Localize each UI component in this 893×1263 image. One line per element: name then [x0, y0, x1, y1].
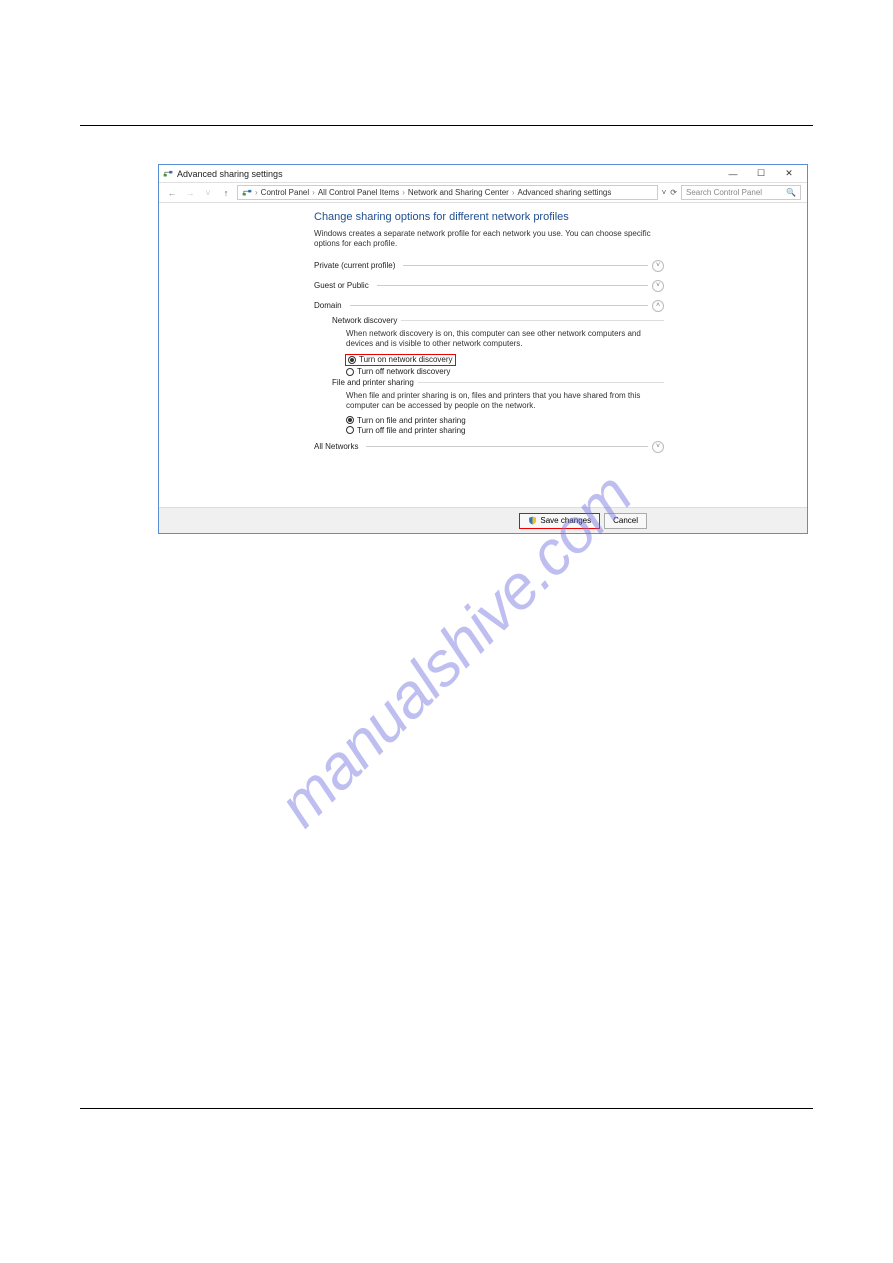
- page-divider-bottom: [80, 1108, 813, 1109]
- section-file-printer-sharing: File and printer sharing When file and p…: [332, 378, 664, 435]
- sub-description: When network discovery is on, this compu…: [346, 329, 664, 350]
- profile-all-networks[interactable]: All Networks ˅: [314, 441, 664, 453]
- network-icon: [163, 169, 173, 179]
- radio-turn-off-discovery[interactable]: Turn off network discovery: [346, 367, 664, 376]
- radio-icon: [346, 368, 354, 376]
- radio-label: Turn off file and printer sharing: [357, 426, 466, 435]
- radio-icon: [348, 356, 356, 364]
- radio-turn-on-file-sharing[interactable]: Turn on file and printer sharing: [346, 416, 664, 425]
- profile-guest[interactable]: Guest or Public ˅: [314, 280, 664, 292]
- profile-label: Private (current profile): [314, 261, 395, 270]
- breadcrumb-sep: ›: [255, 188, 258, 197]
- profile-label: Guest or Public: [314, 281, 369, 290]
- sub-heading-label: Network discovery: [332, 316, 397, 325]
- chevron-down-icon[interactable]: ˅: [652, 280, 664, 292]
- sub-description: When file and printer sharing is on, fil…: [346, 391, 664, 412]
- close-button[interactable]: ✕: [775, 166, 803, 182]
- radio-icon: [346, 426, 354, 434]
- profile-label: Domain: [314, 301, 342, 310]
- search-icon: 🔍: [786, 188, 796, 197]
- window-advanced-sharing: Advanced sharing settings — ☐ ✕ ← → ˅ ↑ …: [158, 164, 808, 534]
- recent-dropdown[interactable]: ˅: [201, 188, 215, 198]
- up-button[interactable]: ↑: [219, 188, 233, 198]
- radio-label: Turn off network discovery: [357, 367, 450, 376]
- maximize-button[interactable]: ☐: [747, 166, 775, 182]
- sub-heading: File and printer sharing: [332, 378, 664, 387]
- content-area: Change sharing options for different net…: [159, 203, 807, 453]
- cancel-button[interactable]: Cancel: [604, 513, 647, 529]
- breadcrumb-item[interactable]: Network and Sharing Center: [408, 188, 509, 197]
- radio-icon: [346, 416, 354, 424]
- chevron-down-icon[interactable]: ˅: [652, 441, 664, 453]
- shield-icon: [528, 516, 537, 525]
- minimize-button[interactable]: —: [719, 166, 747, 182]
- window-title: Advanced sharing settings: [177, 169, 283, 179]
- divider-line: [366, 446, 648, 447]
- back-button[interactable]: ←: [165, 188, 179, 198]
- divider-line: [403, 265, 648, 266]
- breadcrumb-icon: [242, 188, 252, 198]
- page-description: Windows creates a separate network profi…: [314, 229, 664, 250]
- breadcrumb-item[interactable]: Advanced sharing settings: [518, 188, 612, 197]
- radio-turn-on-discovery[interactable]: Turn on network discovery: [348, 355, 453, 364]
- profile-private[interactable]: Private (current profile) ˅: [314, 260, 664, 272]
- search-input[interactable]: Search Control Panel 🔍: [681, 185, 801, 200]
- page-heading: Change sharing options for different net…: [314, 211, 664, 223]
- breadcrumb-sep: ›: [402, 188, 405, 197]
- divider-line: [401, 320, 664, 321]
- page-divider-top: [80, 125, 813, 126]
- sub-heading: Network discovery: [332, 316, 664, 325]
- divider-line: [350, 305, 648, 306]
- breadcrumb-sep: ›: [512, 188, 515, 197]
- button-label: Save changes: [540, 516, 591, 525]
- breadcrumb-dropdown[interactable]: ˅: [662, 188, 667, 197]
- refresh-button[interactable]: ⟳: [670, 188, 677, 197]
- radio-label: Turn on network discovery: [359, 355, 453, 364]
- breadcrumb-item[interactable]: All Control Panel Items: [318, 188, 399, 197]
- highlight-red-box: Turn on network discovery: [345, 354, 456, 366]
- forward-button[interactable]: →: [183, 188, 197, 198]
- titlebar: Advanced sharing settings — ☐ ✕: [159, 165, 807, 183]
- divider-line: [418, 382, 664, 383]
- profile-label: All Networks: [314, 442, 358, 451]
- breadcrumb-sep: ›: [312, 188, 315, 197]
- breadcrumb-item[interactable]: Control Panel: [261, 188, 309, 197]
- divider-line: [377, 285, 648, 286]
- search-placeholder: Search Control Panel: [686, 188, 762, 197]
- navigation-bar: ← → ˅ ↑ › Control Panel › All Control Pa…: [159, 183, 807, 203]
- profile-domain[interactable]: Domain ˄: [314, 300, 664, 312]
- breadcrumb[interactable]: › Control Panel › All Control Panel Item…: [237, 185, 658, 200]
- footer-bar: Save changes Cancel: [159, 507, 807, 533]
- radio-label: Turn on file and printer sharing: [357, 416, 466, 425]
- section-network-discovery: Network discovery When network discovery…: [332, 316, 664, 376]
- save-changes-button[interactable]: Save changes: [519, 513, 600, 529]
- chevron-up-icon[interactable]: ˄: [652, 300, 664, 312]
- chevron-down-icon[interactable]: ˅: [652, 260, 664, 272]
- button-label: Cancel: [613, 516, 638, 525]
- sub-heading-label: File and printer sharing: [332, 378, 414, 387]
- radio-turn-off-file-sharing[interactable]: Turn off file and printer sharing: [346, 426, 664, 435]
